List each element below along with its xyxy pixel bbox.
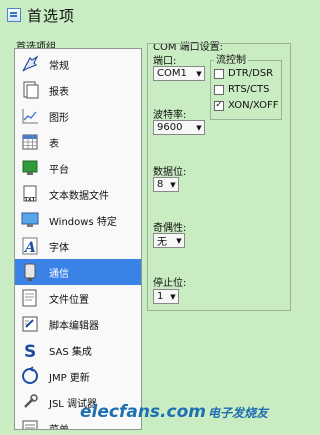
data-bits-label: 数据位:	[153, 167, 187, 178]
checkbox-label: DTR/DSR	[228, 68, 274, 79]
pref-item-label: 常规	[49, 60, 69, 72]
preferences-group-list[interactable]: 常规 报表 图形 表 平台 TXT 文本数据文件 Windows 特定 A 字体…	[14, 48, 142, 430]
folder-icon	[19, 287, 41, 309]
pref-item-script-editor[interactable]: 脚本编辑器	[15, 311, 141, 337]
general-icon	[19, 53, 41, 75]
checkbox-box[interactable]	[214, 68, 224, 79]
pref-item-file-location[interactable]: 文件位置	[15, 285, 141, 311]
pref-item-table[interactable]: 表	[15, 129, 141, 155]
pref-item-jmp-update[interactable]: JMP 更新	[15, 363, 141, 389]
pref-item-label: SAS 集成	[49, 346, 92, 358]
port-label: 端口:	[153, 56, 177, 67]
pref-item-communication[interactable]: 通信	[15, 259, 141, 285]
platform-icon	[19, 157, 41, 179]
pref-item-text-data-file[interactable]: TXT 文本数据文件	[15, 181, 141, 207]
stop-bits-value: 1	[157, 291, 164, 302]
pref-item-font[interactable]: A 字体	[15, 233, 141, 259]
pref-item-report[interactable]: 报表	[15, 77, 141, 103]
pref-item-label: 通信	[49, 268, 69, 280]
pref-item-label: 表	[49, 138, 59, 150]
pref-item-windows-specific[interactable]: Windows 特定	[15, 207, 141, 233]
xon-xoff-checkbox[interactable]: ✓ XON/XOFF	[214, 100, 279, 111]
pref-item-label: JMP 更新	[49, 372, 90, 384]
debugger-icon	[19, 391, 41, 413]
rts-cts-checkbox[interactable]: RTS/CTS	[214, 84, 269, 95]
preferences-window-icon	[7, 8, 21, 22]
pref-item-label: 文件位置	[49, 294, 89, 306]
window-title: 首选项	[27, 6, 76, 25]
pref-item-label: 报表	[49, 86, 69, 98]
update-icon	[19, 365, 41, 387]
svg-text:A: A	[23, 240, 36, 256]
parity-label: 奇偶性:	[153, 223, 187, 234]
pref-item-sas-integration[interactable]: S SAS 集成	[15, 337, 141, 363]
parity-select[interactable]: 无 ▼	[153, 233, 185, 248]
title-bar: 首选项	[0, 0, 300, 30]
pref-item-label: Windows 特定	[49, 216, 117, 228]
chevron-down-icon: ▼	[176, 236, 182, 245]
stop-bits-select[interactable]: 1 ▼	[153, 289, 179, 304]
sas-icon: S	[19, 339, 41, 361]
communication-icon	[19, 261, 41, 283]
pref-item-label: 文本数据文件	[49, 190, 109, 202]
pref-item-label: 图形	[49, 112, 69, 124]
check-icon: ✓	[215, 100, 223, 110]
parity-value: 无	[157, 237, 167, 248]
stop-bits-label: 停止位:	[153, 278, 187, 289]
chevron-down-icon: ▼	[196, 69, 202, 78]
dtr-dsr-checkbox[interactable]: DTR/DSR	[214, 68, 273, 79]
watermark: elecfans.com 电子发烧友	[80, 402, 268, 422]
baud-rate-select[interactable]: 9600 ▼	[153, 120, 205, 135]
pref-item-label: 菜单	[49, 424, 69, 430]
flow-control-title: 流控制	[214, 51, 248, 66]
pref-item-label: 字体	[49, 242, 69, 254]
checkbox-label: XON/XOFF	[228, 100, 279, 111]
port-value: COM1	[157, 68, 187, 79]
pref-item-label: 脚本编辑器	[49, 320, 99, 332]
report-icon	[19, 79, 41, 101]
script-editor-icon	[19, 313, 41, 335]
baud-rate-label: 波特率:	[153, 110, 187, 121]
baud-rate-value: 9600	[157, 122, 183, 133]
port-select[interactable]: COM1 ▼	[153, 66, 205, 81]
pref-item-label: 平台	[49, 164, 69, 176]
table-icon	[19, 131, 41, 153]
pref-item-platform[interactable]: 平台	[15, 155, 141, 181]
svg-text:S: S	[24, 342, 36, 360]
watermark-cn: 电子发烧友	[207, 406, 268, 420]
watermark-text: elecfans.com	[80, 402, 206, 422]
menu-icon	[19, 417, 41, 429]
text-file-icon: TXT	[19, 183, 41, 205]
pref-item-general[interactable]: 常规	[15, 51, 141, 77]
data-bits-select[interactable]: 8 ▼	[153, 177, 179, 192]
windows-icon	[19, 209, 41, 231]
chevron-down-icon: ▼	[170, 180, 176, 189]
checkbox-label: RTS/CTS	[228, 84, 270, 95]
data-bits-value: 8	[157, 179, 164, 190]
checkbox-box[interactable]	[214, 84, 224, 95]
chevron-down-icon: ▼	[170, 292, 176, 301]
svg-text:TXT: TXT	[25, 197, 36, 203]
chevron-down-icon: ▼	[196, 123, 202, 132]
font-icon: A	[19, 235, 41, 257]
pref-item-graph[interactable]: 图形	[15, 103, 141, 129]
graph-icon	[19, 105, 41, 127]
checkbox-box[interactable]: ✓	[214, 100, 224, 111]
